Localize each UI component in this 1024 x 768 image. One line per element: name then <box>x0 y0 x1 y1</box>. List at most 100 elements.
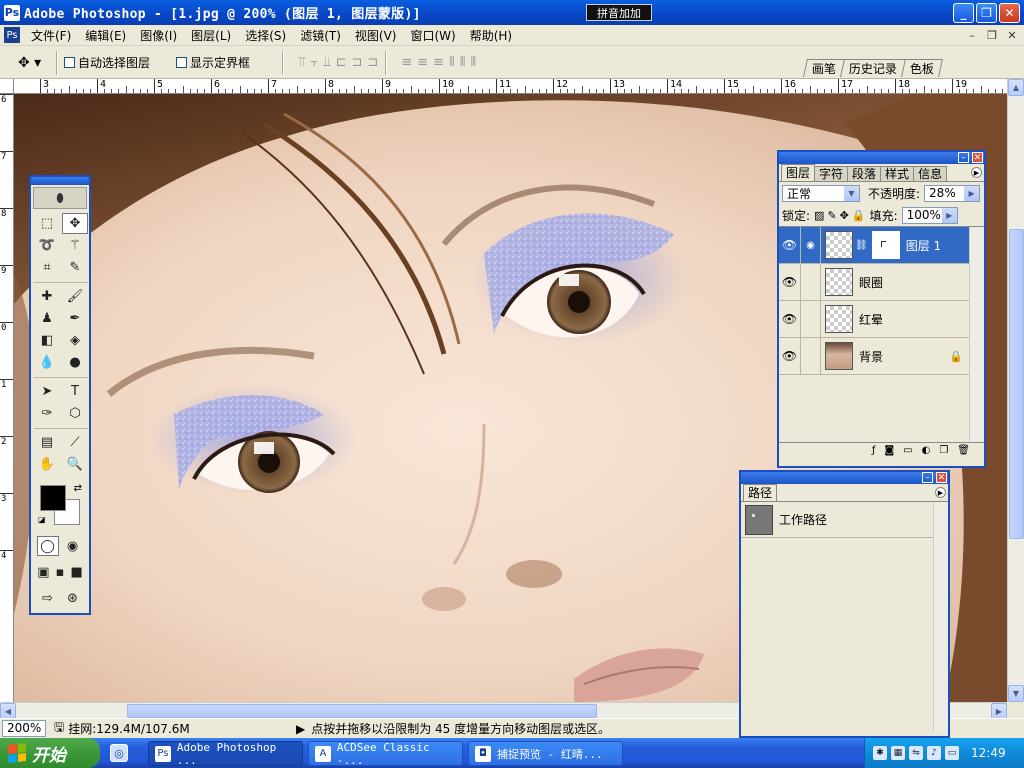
distribute-top-icon[interactable]: ≡ <box>401 55 413 70</box>
tab-info[interactable]: 信息 <box>913 166 948 181</box>
pen-tool-icon[interactable]: ✑ <box>34 403 60 424</box>
crop-tool-icon[interactable]: ⌗ <box>34 257 60 278</box>
tab-layers[interactable]: 图层 <box>781 164 816 181</box>
menu-view[interactable]: 视图(V) <box>348 27 404 44</box>
move-tool-icon[interactable]: ✥ <box>62 213 88 234</box>
auto-select-layer-option[interactable]: 自动选择图层 <box>64 54 150 71</box>
vertical-scroll-thumb[interactable] <box>1009 229 1024 539</box>
new-adjustment-layer-icon[interactable]: ◐ <box>922 445 931 456</box>
link-cell[interactable] <box>801 300 821 338</box>
menu-edit[interactable]: 编辑(E) <box>78 27 133 44</box>
layer-row-blush[interactable]: 👁 红晕 <box>779 300 969 338</box>
foreground-color-swatch[interactable] <box>40 485 66 511</box>
delete-layer-icon[interactable]: 🗑 <box>957 445 970 456</box>
tab-styles[interactable]: 样式 <box>880 166 915 181</box>
tab-history[interactable]: 历史记录 <box>840 59 906 77</box>
brush-indicator-icon[interactable]: ◉ <box>801 226 821 264</box>
auto-select-layer-checkbox[interactable] <box>64 57 75 68</box>
imageready-icon[interactable]: ⊛ <box>62 588 84 608</box>
align-top-icon[interactable]: ⫪ <box>298 55 306 70</box>
visibility-eye-icon[interactable]: 👁 <box>779 226 801 264</box>
show-bounding-box-checkbox[interactable] <box>176 57 188 68</box>
tab-character[interactable]: 字符 <box>814 166 849 181</box>
paths-panel-titlebar[interactable]: – ✕ <box>741 472 948 484</box>
eyedropper-tool-icon[interactable]: ⟋ <box>62 432 88 453</box>
task-photoshop[interactable]: Ps Adobe Photoshop ... <box>148 741 303 767</box>
panel-menu-icon[interactable]: ▶ <box>971 167 982 178</box>
visibility-eye-icon[interactable]: 👁 <box>779 337 801 375</box>
blend-mode-select[interactable]: 正常 ▼ <box>782 184 860 202</box>
dodge-tool-icon[interactable]: ● <box>62 352 88 373</box>
clone-stamp-tool-icon[interactable]: ♟ <box>34 308 60 329</box>
distribute-left-icon[interactable]: ⦀ <box>449 55 456 70</box>
tray-volume-icon[interactable]: ♪ <box>927 746 941 760</box>
document-icon[interactable]: Ps <box>4 27 20 43</box>
horizontal-ruler[interactable]: 3 4 5 6 7 8 9 10 11 12 13 14 15 16 17 18 19 <box>14 79 1007 94</box>
screen-mode-standard-icon[interactable]: ▣ <box>35 562 52 582</box>
screen-mode-full-icon[interactable]: ■ <box>68 562 85 582</box>
close-button[interactable]: ✕ <box>999 3 1020 23</box>
fill-field[interactable]: 100% ▶ <box>901 206 958 224</box>
align-bottom-icon[interactable]: ⫫ <box>323 55 331 70</box>
blur-tool-icon[interactable]: 💧 <box>34 352 60 373</box>
zoom-tool-icon[interactable]: 🔍 <box>62 454 88 475</box>
align-icons-group[interactable]: ⫪ ⫟ ⫫ ⊏ ⊐ ⊐ <box>298 55 379 70</box>
menu-help[interactable]: 帮助(H) <box>463 27 519 44</box>
lock-all-icon[interactable]: 🔒 <box>852 209 866 222</box>
show-bounding-box-option[interactable]: 显示定界框 <box>176 54 250 71</box>
layer-row-background[interactable]: 👁 背景 🔒 <box>779 337 969 375</box>
scroll-down-button[interactable]: ▼ <box>1008 685 1024 702</box>
hand-tool-icon[interactable]: ✋ <box>34 454 60 475</box>
layer-row-layer1[interactable]: 👁 ◉ ⛓ 图层 1 <box>779 226 969 264</box>
menu-file[interactable]: 文件(F) <box>24 27 78 44</box>
ruler-origin[interactable] <box>0 79 14 94</box>
adobe-online-icon[interactable]: ⬮ <box>33 187 87 209</box>
doc-close-button[interactable]: ✕ <box>1004 27 1020 43</box>
zoom-level-field[interactable]: 200% <box>2 720 46 737</box>
align-center-icon[interactable]: ⊐ <box>352 55 364 70</box>
photoshop-app-icon[interactable]: Ps <box>4 4 20 21</box>
align-middle-icon[interactable]: ⫟ <box>310 55 319 70</box>
doc-restore-button[interactable]: ❐ <box>984 27 1000 43</box>
paths-list-scrollbar[interactable] <box>933 502 948 732</box>
menu-select[interactable]: 选择(S) <box>238 27 293 44</box>
panel-close-button[interactable]: ✕ <box>972 152 983 163</box>
tray-display-icon[interactable]: ▭ <box>945 746 959 760</box>
add-layer-style-icon[interactable]: ƒ <box>872 445 876 456</box>
menu-filter[interactable]: 滤镜(T) <box>293 27 348 44</box>
panel-minimize-button[interactable]: – <box>922 472 933 483</box>
mask-link-icon[interactable]: ⛓ <box>855 240 868 251</box>
notes-tool-icon[interactable]: ▤ <box>34 432 60 453</box>
eraser-tool-icon[interactable]: ◧ <box>34 330 60 351</box>
screen-mode-full-menu-icon[interactable]: ▪ <box>52 562 69 582</box>
menu-window[interactable]: 窗口(W) <box>403 27 462 44</box>
opacity-field[interactable]: 28% ▶ <box>924 184 981 202</box>
document-info-icon[interactable]: 🖫 <box>54 718 64 739</box>
visibility-eye-icon[interactable]: 👁 <box>779 300 801 338</box>
tab-paragraph[interactable]: 段落 <box>847 166 882 181</box>
new-layer-set-icon[interactable]: ▭ <box>903 445 912 456</box>
new-layer-icon[interactable]: ❐ <box>939 445 948 456</box>
layer-row-eye-circle[interactable]: 👁 眼圈 <box>779 263 969 301</box>
panel-menu-icon[interactable]: ▶ <box>935 487 946 498</box>
link-cell[interactable] <box>801 337 821 375</box>
quick-mask-mode-icon[interactable]: ◉ <box>62 536 84 556</box>
lock-image-icon[interactable]: ✎ <box>827 209 836 222</box>
tab-paths[interactable]: 路径 <box>743 484 778 501</box>
lock-transparency-icon[interactable]: ▨ <box>814 209 824 222</box>
layers-list-scrollbar[interactable] <box>969 227 984 442</box>
tab-brushes[interactable]: 画笔 <box>803 59 845 77</box>
default-colors-icon[interactable]: ◪ <box>38 515 46 524</box>
tray-app-icon[interactable]: ✱ <box>873 746 887 760</box>
lasso-tool-icon[interactable]: ➰ <box>34 235 60 256</box>
restore-button[interactable]: ❐ <box>976 3 997 23</box>
visibility-eye-icon[interactable]: 👁 <box>779 263 801 301</box>
marquee-tool-icon[interactable]: ⬚ <box>34 213 60 234</box>
quick-launch-icon[interactable]: ◎ <box>110 744 128 762</box>
brush-tool-icon[interactable]: 🖌 <box>62 286 88 307</box>
distribute-icons-group[interactable]: ≡ ≡ ≡ ⦀ ⦀ ⦀ <box>401 55 477 70</box>
doc-minimize-button[interactable]: – <box>964 27 980 43</box>
link-cell[interactable] <box>801 263 821 301</box>
scroll-up-button[interactable]: ▲ <box>1008 79 1024 96</box>
menu-image[interactable]: 图像(I) <box>133 27 184 44</box>
